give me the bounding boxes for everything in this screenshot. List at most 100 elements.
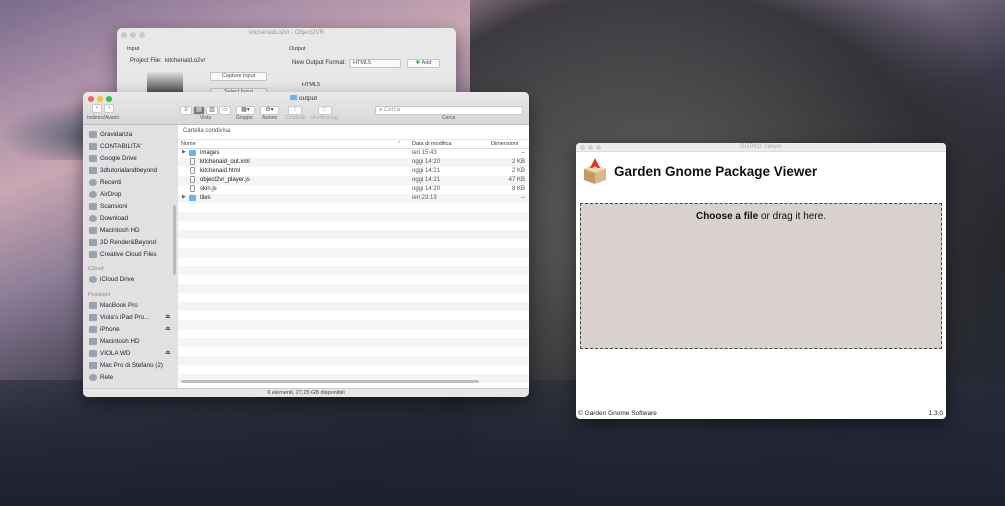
sidebar-item-iphone[interactable]: iPhone	[89, 324, 120, 335]
zoom-button[interactable]	[139, 32, 145, 38]
minimize-button[interactable]	[130, 32, 136, 38]
sidebar-item-contabilita[interactable]: CONTABILITA'	[89, 141, 142, 152]
icon-view-icon[interactable]: ▤	[193, 106, 205, 115]
minimize-button[interactable]	[588, 145, 593, 150]
file-row[interactable]: kitchenaid_out.xml oggi 14:20 2 KB	[178, 158, 529, 167]
share-button[interactable]: ⇪	[288, 106, 302, 115]
file-row[interactable]: ▶ images ieri 15:43 --	[178, 149, 529, 158]
file-drop-zone[interactable]: Choose a file or drag it here.	[580, 203, 942, 349]
vista-caption: Vista	[200, 115, 212, 121]
sidebar-header-posizioni: Posizioni	[88, 292, 111, 298]
sidebar-item-google-drive[interactable]: Google Drive	[89, 153, 137, 164]
file-row[interactable]: kitchenaid.html oggi 14:21 2 KB	[178, 167, 529, 176]
sidebar-item-download[interactable]: Download	[89, 213, 128, 224]
ggpkg-viewer-window[interactable]: GGPKG Viewer Garden Gnome Package Viewer…	[576, 143, 946, 419]
file-size: 2 KB	[511, 168, 525, 174]
version-text: 1.3.0	[928, 410, 943, 417]
project-file-label: Project File:	[130, 58, 162, 64]
sidebar-item-macintosh-hd-2[interactable]: Macintosh HD	[89, 336, 140, 347]
copyright-text: © Garden Gnome Software	[578, 410, 657, 417]
close-button[interactable]	[580, 145, 585, 150]
column-view-icon[interactable]: ▥	[206, 106, 218, 115]
sort-chevron-icon[interactable]: ^	[398, 141, 400, 147]
empty-row	[178, 275, 529, 284]
sidebar-item-scansioni[interactable]: Scansioni	[89, 201, 127, 212]
zoom-button[interactable]	[596, 145, 601, 150]
sidebar-item-creative-cloud[interactable]: Creative Cloud Files	[89, 249, 157, 260]
object2vr-window[interactable]: kitchenaid.o2vr - Object2VR Input Projec…	[117, 28, 456, 100]
file-icon	[190, 158, 195, 165]
horizontal-scrollbar[interactable]	[181, 380, 479, 383]
empty-row	[178, 302, 529, 311]
finder-window[interactable]: output ‹ › Indietro/Avanti ≡ ▤ ▥ ▭ Vista…	[83, 92, 529, 397]
sidebar-item-airdrop[interactable]: AirDrop	[89, 189, 121, 200]
add-output-button[interactable]: ✚ Add	[407, 59, 440, 68]
sidebar-item-viola-wd[interactable]: VIOLA WD	[89, 348, 130, 359]
status-bar: 6 elementi, 27,25 GB disponibili	[83, 388, 529, 397]
column-name[interactable]: Nome	[181, 141, 196, 147]
choose-file-link[interactable]: Choose a file	[696, 211, 758, 222]
modifica-tag-caption: Modifica tag	[311, 115, 338, 121]
close-button[interactable]	[121, 32, 127, 38]
computer-icon	[89, 362, 97, 369]
laptop-icon	[89, 302, 97, 309]
sidebar-item-macbook-pro[interactable]: MacBook Pro	[89, 300, 138, 311]
project-file-value: kitchenaid.o2vr	[165, 58, 206, 64]
gruppo-caption: Gruppo	[236, 115, 253, 121]
empty-row	[178, 212, 529, 221]
phone-icon	[89, 326, 97, 333]
file-icon	[190, 167, 195, 174]
action-button[interactable]: ⚙▾	[260, 106, 279, 115]
close-button[interactable]	[88, 96, 94, 102]
eject-icon[interactable]: ⏏	[165, 325, 171, 332]
output-list-item[interactable]: HTML5	[302, 82, 320, 88]
file-row[interactable]: ▶ tiles ieri 23:13 --	[178, 194, 529, 203]
edit-tag-button[interactable]: ⊏	[318, 106, 332, 115]
list-view-icon[interactable]: ≡	[180, 106, 192, 115]
eject-icon[interactable]: ⏏	[165, 313, 171, 320]
sidebar-item-icloud-drive[interactable]: iCloud Drive	[89, 274, 134, 285]
ipad-icon	[89, 314, 97, 321]
file-size: 2 KB	[511, 159, 525, 165]
folder-icon	[89, 239, 97, 246]
sidebar-item-ipad[interactable]: Viola's iPad Pro...	[89, 312, 149, 323]
gallery-view-icon[interactable]: ▭	[219, 106, 231, 115]
disclosure-triangle-icon[interactable]: ▶	[182, 149, 186, 155]
ggpkg-title: GGPKG Viewer	[576, 143, 946, 152]
window-title: output	[290, 95, 317, 102]
group-button[interactable]: ▦▾	[236, 106, 255, 115]
sidebar-item-3d-render[interactable]: 3D Render&Beyond	[89, 237, 156, 248]
sidebar-item-rete[interactable]: Rete	[89, 372, 113, 383]
sidebar-item-macintosh-hd[interactable]: Macintosh HD	[89, 225, 140, 236]
disclosure-triangle-icon[interactable]: ▶	[182, 194, 186, 200]
cerca-caption: Cerca	[442, 115, 456, 121]
file-name: images	[200, 150, 220, 156]
minimize-button[interactable]	[97, 96, 103, 102]
back-button[interactable]: ‹	[92, 104, 102, 113]
output-format-label: New Output Format:	[292, 60, 347, 66]
sidebar-item-recenti[interactable]: Recenti	[89, 177, 121, 188]
column-date[interactable]: Data di modifica	[412, 141, 451, 147]
sidebar-item-mac-pro[interactable]: Mac Pro di Stefano (2)	[89, 360, 163, 371]
zoom-button[interactable]	[106, 96, 112, 102]
folder-icon	[89, 251, 97, 258]
sidebar-item-3dtutorial[interactable]: 3dtutorialandbeyond	[89, 165, 157, 176]
eject-icon[interactable]: ⏏	[165, 349, 171, 356]
empty-row	[178, 338, 529, 347]
sidebar-scrollbar[interactable]	[173, 205, 176, 275]
file-row[interactable]: object2vr_player.js oggi 14:21 47 KB	[178, 176, 529, 185]
file-name: object2vr_player.js	[200, 177, 250, 183]
output-format-select[interactable]: HTML5	[349, 59, 401, 68]
column-size[interactable]: Dimensioni	[491, 141, 518, 147]
forward-button[interactable]: ›	[104, 104, 114, 113]
search-field[interactable]: ⌕ Cerca	[375, 106, 523, 115]
object2vr-title: kitchenaid.o2vr - Object2VR	[249, 30, 324, 36]
empty-row	[178, 230, 529, 239]
search-placeholder: Cerca	[384, 107, 401, 113]
sidebar-item-gravidanza[interactable]: Gravidanza	[89, 129, 132, 140]
cloud-icon	[89, 276, 97, 283]
gear-icon: ⚙▾	[265, 107, 274, 113]
drop-instructions: Choose a file or drag it here.	[581, 211, 941, 222]
file-row[interactable]: skin.js oggi 14:20 8 KB	[178, 185, 529, 194]
capture-input-button[interactable]: Capture Input	[210, 72, 267, 81]
